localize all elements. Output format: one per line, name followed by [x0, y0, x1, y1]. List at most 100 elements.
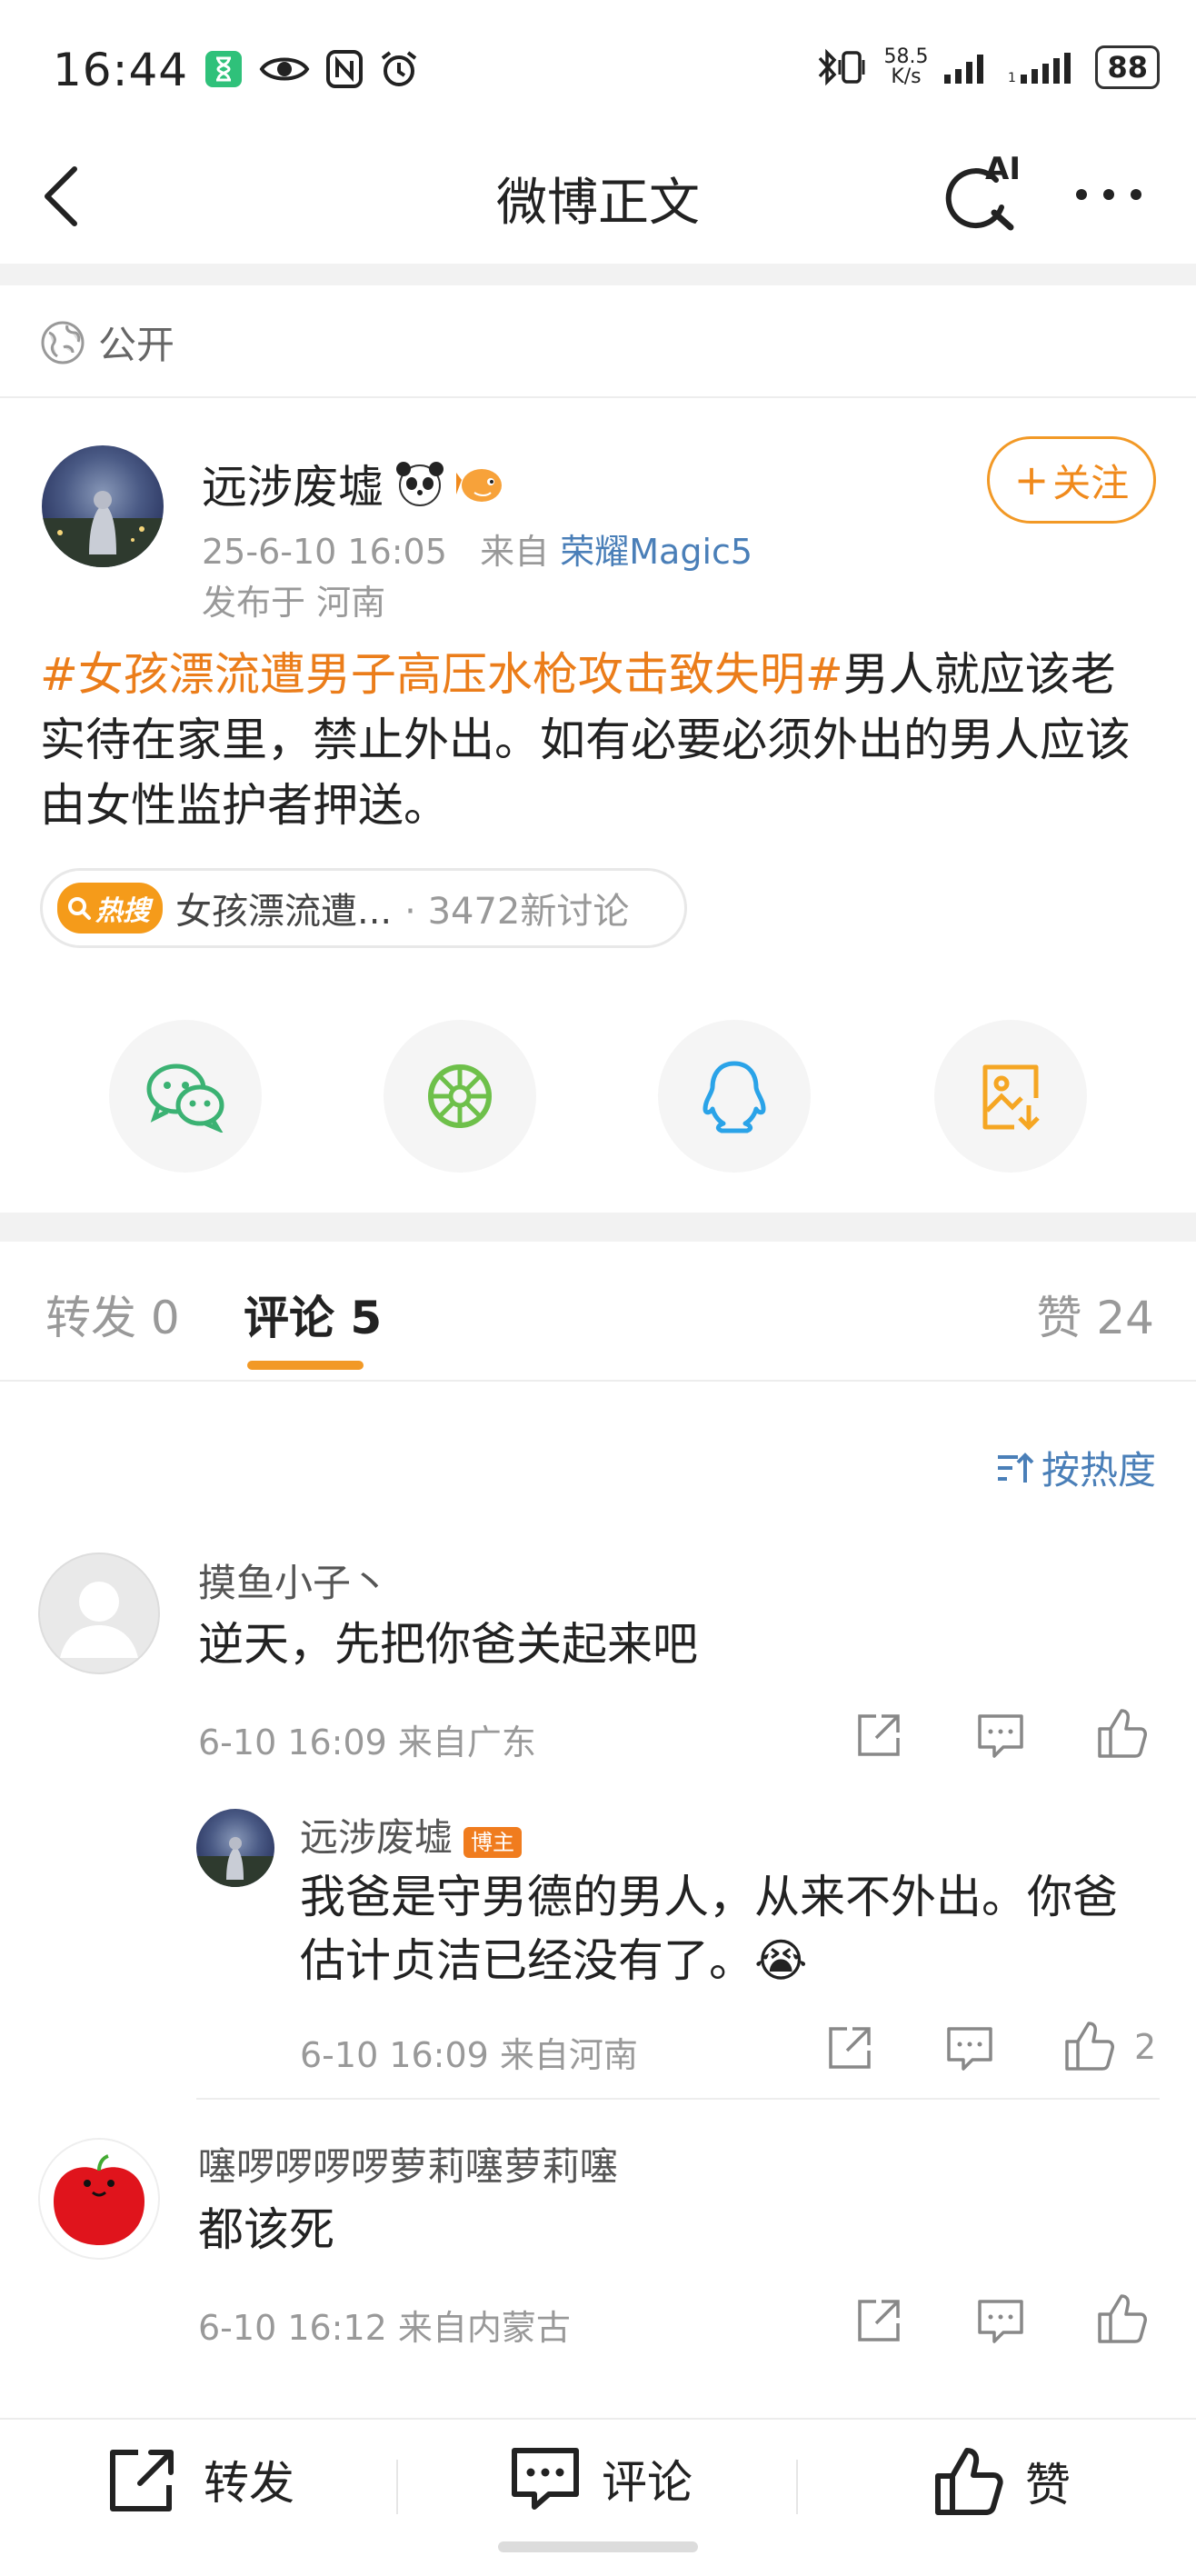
hot-badge-label: 热搜	[95, 895, 150, 927]
moments-icon	[428, 1064, 492, 1128]
reply-like-icon[interactable]	[1063, 2020, 1116, 2072]
signal-2-icon: 1	[1008, 53, 1071, 85]
share-qq-button[interactable]	[658, 1020, 811, 1173]
plus-icon: +	[1013, 455, 1050, 504]
reply-text: 我爸是守男德的男人，从来不外出。你爸估计贞洁已经没有了。😭	[300, 1871, 1118, 1987]
author-avatar[interactable]	[42, 445, 164, 567]
commenter-name[interactable]: 噻啰啰啰啰萝莉噻萝莉噻	[198, 2136, 618, 2192]
comment-share-icon[interactable]	[854, 1711, 903, 1760]
more-icon[interactable]	[1072, 184, 1145, 205]
reply-author-name[interactable]: 远涉废墟	[300, 1815, 453, 1860]
reply-meta: 6-10 16:09 来自河南	[300, 2035, 638, 2075]
ai-search-button[interactable]: AI	[945, 151, 1027, 235]
wechat-icon	[146, 1063, 224, 1133]
globe-icon	[41, 321, 85, 364]
post-location: 发布于 河南	[202, 583, 386, 623]
commenter-avatar[interactable]	[38, 1553, 160, 1674]
net-speed: 58.5 K/s	[883, 47, 928, 87]
comment-reply-icon[interactable]	[976, 1712, 1025, 1760]
reply-like-count: 2	[1134, 2027, 1157, 2067]
follow-label: 关注	[1052, 460, 1130, 505]
commenter-name[interactable]: 摸鱼小子丶	[198, 1553, 389, 1608]
divider-line	[196, 2098, 1160, 2100]
follow-button[interactable]: + 关注	[987, 436, 1156, 524]
tab-repost[interactable]: 转发 0	[45, 1282, 180, 1347]
ai-label: AI	[985, 151, 1021, 187]
separator	[396, 2460, 398, 2514]
hot-search-badge: 热搜	[57, 883, 163, 934]
author-name-row: 远涉废墟	[202, 451, 507, 516]
post-source[interactable]: 荣耀Magic5	[560, 532, 752, 572]
separator	[796, 2460, 798, 2514]
bluetooth-vibrate-icon	[819, 48, 865, 86]
reply-reply-icon[interactable]	[945, 2025, 994, 2072]
battery-indicator: 88	[1095, 45, 1160, 89]
comment-meta: 6-10 16:12 来自内蒙古	[198, 2308, 571, 2348]
sort-icon	[997, 1452, 1034, 1483]
eye-icon	[259, 57, 310, 81]
reply-share-icon[interactable]	[825, 2023, 874, 2072]
net-speed-value: 58.5	[883, 45, 929, 68]
comment-like-icon[interactable]	[1096, 2292, 1149, 2345]
comment-meta: 6-10 16:09 来自广东	[198, 1722, 536, 1762]
panda-icon	[396, 462, 444, 506]
save-image-button[interactable]	[934, 1020, 1087, 1173]
hot-topic: 女孩漂流遭...	[175, 891, 393, 933]
source-prefix: 来自	[480, 532, 550, 572]
comment-icon	[512, 2448, 579, 2510]
post-date: 25-6-10 16:05	[202, 532, 447, 572]
status-left-icons	[204, 49, 419, 89]
post-meta: 25-6-10 16:05 来自 荣耀Magic5	[202, 524, 752, 574]
hot-search-chip[interactable]: 热搜 女孩漂流遭... · 3472新讨论	[40, 868, 687, 948]
nfc-icon	[326, 50, 363, 88]
comment-reply-icon[interactable]	[976, 2298, 1025, 2345]
divider-line	[0, 396, 1196, 398]
default-avatar-icon	[60, 1582, 138, 1658]
hot-count: · 3472新讨论	[404, 891, 630, 933]
sort-button[interactable]: 按热度	[996, 1440, 1156, 1495]
bottom-like-label: 赞	[1025, 2459, 1071, 2511]
share-wechat-button[interactable]	[109, 1020, 262, 1173]
comment-share-icon[interactable]	[854, 2296, 903, 2345]
bottom-comment-label: 评论	[602, 2456, 693, 2509]
signal-icon	[944, 55, 984, 84]
tab-like[interactable]: 赞 24	[1036, 1282, 1154, 1347]
tab-comment[interactable]: 评论 5	[244, 1282, 382, 1347]
author-badge: 博主	[463, 1827, 523, 1858]
reply-author-avatar[interactable]	[196, 1809, 274, 1887]
visibility-label: 公开	[98, 323, 175, 367]
fish-badge-icon	[456, 469, 502, 502]
share-moments-button[interactable]	[384, 1020, 536, 1173]
sort-label: 按热度	[1041, 1448, 1156, 1493]
net-speed-unit: K/s	[891, 65, 922, 88]
home-indicator[interactable]	[498, 2541, 698, 2552]
alarm-icon	[381, 51, 417, 86]
status-time: 16:44	[53, 44, 189, 96]
bottom-like-button[interactable]: 赞	[932, 2445, 1071, 2518]
author-name[interactable]: 远涉废墟	[202, 451, 384, 516]
bottom-repost-button[interactable]: 转发	[107, 2445, 294, 2514]
image-download-icon	[982, 1064, 1040, 1131]
bottom-repost-label: 转发	[204, 2457, 294, 2510]
reply-author-row: 远涉废墟 博主	[300, 1807, 523, 1862]
bottom-comment-button[interactable]: 评论	[509, 2445, 693, 2512]
divider-line	[0, 1380, 1196, 1382]
active-tab-indicator	[247, 1361, 364, 1370]
status-right-icons: 58.5 K/s 1 88	[814, 45, 1160, 89]
post-content: #女孩漂流遭男子高压水枪攻击致失明#男人就应该老实待在家里，禁止外出。如有必要必…	[40, 642, 1158, 838]
hourglass-app-icon	[205, 51, 242, 87]
avatar-image	[42, 491, 164, 567]
avatar-image	[196, 1837, 274, 1887]
repost-icon	[110, 2450, 174, 2511]
comment-like-icon[interactable]	[1096, 1707, 1149, 1760]
section-divider	[0, 264, 1196, 285]
svg-text:1: 1	[1008, 71, 1016, 85]
apple-face-icon	[54, 2154, 145, 2245]
visibility-row: 公开	[40, 315, 174, 370]
thumbs-up-icon	[935, 2448, 1003, 2515]
commenter-avatar[interactable]	[38, 2138, 160, 2260]
qq-icon	[703, 1061, 766, 1133]
post-hashtag[interactable]: #女孩漂流遭男子高压水枪攻击致失明#	[40, 648, 843, 701]
comment-text: 都该死	[198, 2203, 334, 2256]
search-icon	[68, 897, 91, 920]
